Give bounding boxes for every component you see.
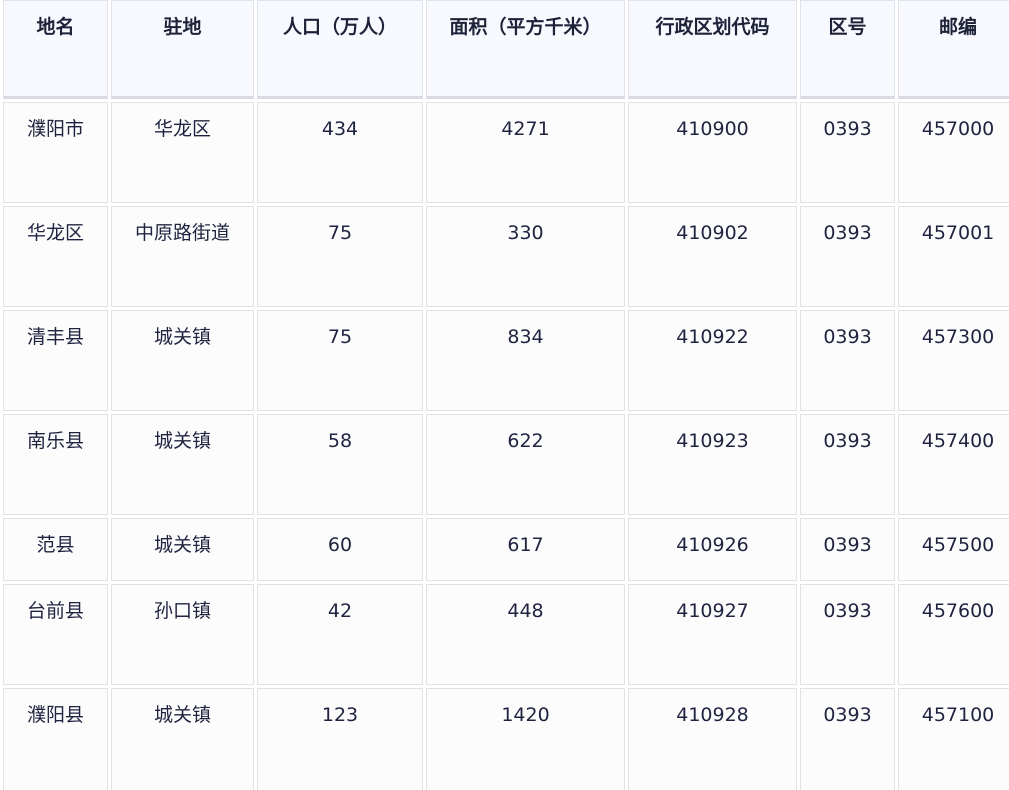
table-cell: 城关镇 xyxy=(111,518,254,581)
data-table-container: 地名 驻地 人口（万人） 面积（平方千米） 行政区划代码 区号 邮编 濮阳市 华… xyxy=(0,0,1009,790)
table-row: 清丰县 城关镇 75 834 410922 0393 457300 xyxy=(3,310,1009,411)
table-cell: 457500 xyxy=(898,518,1009,581)
column-header: 驻地 xyxy=(111,0,254,99)
column-header: 邮编 xyxy=(898,0,1009,99)
table-cell: 台前县 xyxy=(3,584,108,685)
table-cell: 622 xyxy=(426,414,625,515)
table-cell: 457001 xyxy=(898,206,1009,307)
table-cell: 123 xyxy=(257,688,423,790)
column-header: 区号 xyxy=(800,0,895,99)
table-cell: 834 xyxy=(426,310,625,411)
table-cell: 城关镇 xyxy=(111,310,254,411)
table-cell: 城关镇 xyxy=(111,688,254,790)
table-cell: 0393 xyxy=(800,310,895,411)
table-cell: 410922 xyxy=(628,310,797,411)
table-cell: 58 xyxy=(257,414,423,515)
table-cell: 孙口镇 xyxy=(111,584,254,685)
table-cell: 410926 xyxy=(628,518,797,581)
table-cell: 0393 xyxy=(800,206,895,307)
table-header-row: 地名 驻地 人口（万人） 面积（平方千米） 行政区划代码 区号 邮编 xyxy=(3,0,1009,99)
table-row: 台前县 孙口镇 42 448 410927 0393 457600 xyxy=(3,584,1009,685)
table-cell: 60 xyxy=(257,518,423,581)
table-cell: 华龙区 xyxy=(3,206,108,307)
data-table: 地名 驻地 人口（万人） 面积（平方千米） 行政区划代码 区号 邮编 濮阳市 华… xyxy=(0,0,1009,790)
table-cell: 457000 xyxy=(898,102,1009,203)
table-row: 濮阳县 城关镇 123 1420 410928 0393 457100 xyxy=(3,688,1009,790)
table-cell: 434 xyxy=(257,102,423,203)
table-cell: 330 xyxy=(426,206,625,307)
table-cell: 457100 xyxy=(898,688,1009,790)
table-cell: 清丰县 xyxy=(3,310,108,411)
table-row: 华龙区 中原路街道 75 330 410902 0393 457001 xyxy=(3,206,1009,307)
table-cell: 城关镇 xyxy=(111,414,254,515)
table-cell: 410923 xyxy=(628,414,797,515)
table-row: 范县 城关镇 60 617 410926 0393 457500 xyxy=(3,518,1009,581)
table-cell: 75 xyxy=(257,206,423,307)
table-cell: 42 xyxy=(257,584,423,685)
table-cell: 0393 xyxy=(800,584,895,685)
column-header: 面积（平方千米） xyxy=(426,0,625,99)
table-cell: 1420 xyxy=(426,688,625,790)
table-cell: 濮阳县 xyxy=(3,688,108,790)
table-cell: 410902 xyxy=(628,206,797,307)
table-cell: 617 xyxy=(426,518,625,581)
table-cell: 457300 xyxy=(898,310,1009,411)
table-cell: 中原路街道 xyxy=(111,206,254,307)
table-cell: 0393 xyxy=(800,102,895,203)
table-cell: 濮阳市 xyxy=(3,102,108,203)
table-cell: 华龙区 xyxy=(111,102,254,203)
column-header: 行政区划代码 xyxy=(628,0,797,99)
table-cell: 410927 xyxy=(628,584,797,685)
table-row: 濮阳市 华龙区 434 4271 410900 0393 457000 xyxy=(3,102,1009,203)
table-cell: 410900 xyxy=(628,102,797,203)
table-cell: 0393 xyxy=(800,414,895,515)
column-header: 地名 xyxy=(3,0,108,99)
table-cell: 4271 xyxy=(426,102,625,203)
column-header: 人口（万人） xyxy=(257,0,423,99)
table-cell: 75 xyxy=(257,310,423,411)
table-cell: 南乐县 xyxy=(3,414,108,515)
table-cell: 448 xyxy=(426,584,625,685)
table-cell: 410928 xyxy=(628,688,797,790)
table-cell: 范县 xyxy=(3,518,108,581)
table-cell: 0393 xyxy=(800,688,895,790)
table-cell: 0393 xyxy=(800,518,895,581)
table-row: 南乐县 城关镇 58 622 410923 0393 457400 xyxy=(3,414,1009,515)
table-cell: 457600 xyxy=(898,584,1009,685)
table-cell: 457400 xyxy=(898,414,1009,515)
